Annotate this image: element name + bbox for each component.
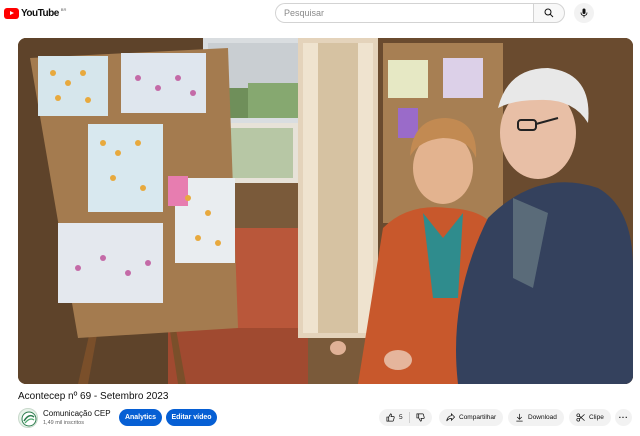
like-button[interactable]: 5 <box>386 413 403 422</box>
channel-name[interactable]: Comunicação CEP <box>43 409 111 418</box>
youtube-logo[interactable]: YouTube BR <box>4 6 66 20</box>
download-label: Download <box>528 414 557 421</box>
dislike-button[interactable] <box>416 413 425 422</box>
search-bar <box>275 3 565 23</box>
analytics-button[interactable]: Analytics <box>119 409 162 426</box>
more-icon: ··· <box>618 413 629 422</box>
share-label: Compartilhar <box>459 414 497 421</box>
search-input[interactable] <box>275 3 533 23</box>
scissors-icon <box>576 413 585 422</box>
like-dislike-group: 5 <box>379 409 432 426</box>
search-button[interactable] <box>533 3 565 23</box>
top-bar: YouTube BR <box>0 0 640 26</box>
channel-avatar[interactable] <box>18 408 38 428</box>
like-count: 5 <box>399 414 403 421</box>
voice-search-button[interactable] <box>574 3 594 23</box>
microphone-icon <box>580 8 588 18</box>
video-player[interactable] <box>18 38 633 384</box>
download-icon <box>516 413 523 422</box>
youtube-play-icon <box>4 7 19 19</box>
logo-text: YouTube <box>21 7 59 19</box>
share-icon <box>446 413 455 422</box>
more-actions-button[interactable]: ··· <box>615 409 632 426</box>
search-icon <box>544 8 554 18</box>
edit-video-button[interactable]: Editar vídeo <box>166 409 217 426</box>
thumbs-down-icon <box>416 413 425 422</box>
channel-row: Comunicação CEP 1,49 mil inscritos Analy… <box>18 406 633 428</box>
thumbs-up-icon <box>386 413 395 422</box>
subscriber-count: 1,49 mil inscritos <box>43 420 84 426</box>
region-code: BR <box>60 6 67 12</box>
clip-button[interactable]: Clipe <box>569 409 611 426</box>
clip-label: Clipe <box>589 414 604 421</box>
like-divider <box>408 412 410 423</box>
download-button[interactable]: Download <box>508 409 564 426</box>
video-title: Acontecep nº 69 - Setembro 2023 <box>18 391 169 402</box>
video-frame <box>18 38 633 384</box>
share-button[interactable]: Compartilhar <box>439 409 504 426</box>
channel-logo-icon <box>21 411 37 427</box>
